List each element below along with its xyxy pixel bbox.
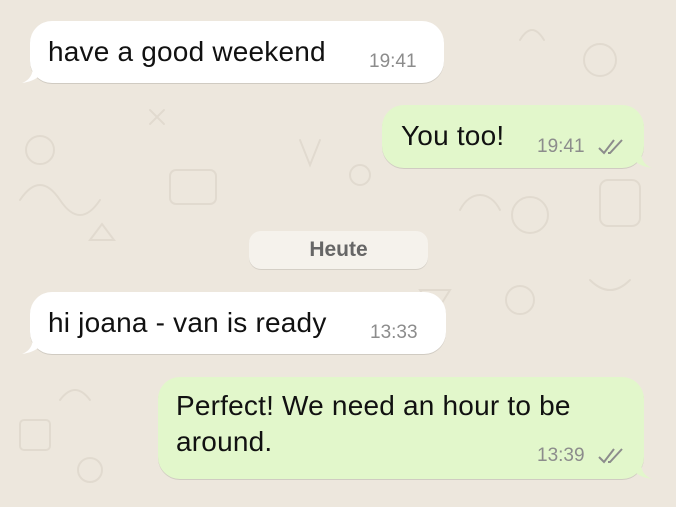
incoming-message-bubble[interactable]: hi joana - van is ready 13:33 [22, 292, 446, 354]
outgoing-message-bubble[interactable]: Perfect! We need an hour to be around. 1… [158, 377, 652, 479]
date-separator: Heute [249, 231, 428, 269]
message-timestamp: 19:41 [537, 136, 585, 157]
message-text: You too! [401, 120, 505, 151]
incoming-message-bubble[interactable]: have a good weekend 19:41 [22, 21, 444, 83]
outgoing-message-bubble[interactable]: You too! 19:41 [382, 105, 652, 168]
message-timestamp: 13:33 [370, 322, 418, 343]
message-text: hi joana - van is ready [48, 307, 327, 338]
bubble-tail [22, 63, 44, 83]
chat-thread: have a good weekend 19:41 You too! 19:41… [0, 0, 676, 507]
message-timestamp: 19:41 [369, 51, 417, 72]
message-timestamp: 13:39 [537, 445, 585, 466]
bubble-tail [630, 459, 652, 479]
double-check-icon [598, 448, 623, 464]
message-text: have a good weekend [48, 36, 326, 67]
bubble-tail [22, 334, 44, 354]
double-check-icon [598, 139, 623, 155]
bubble-tail [630, 148, 652, 168]
